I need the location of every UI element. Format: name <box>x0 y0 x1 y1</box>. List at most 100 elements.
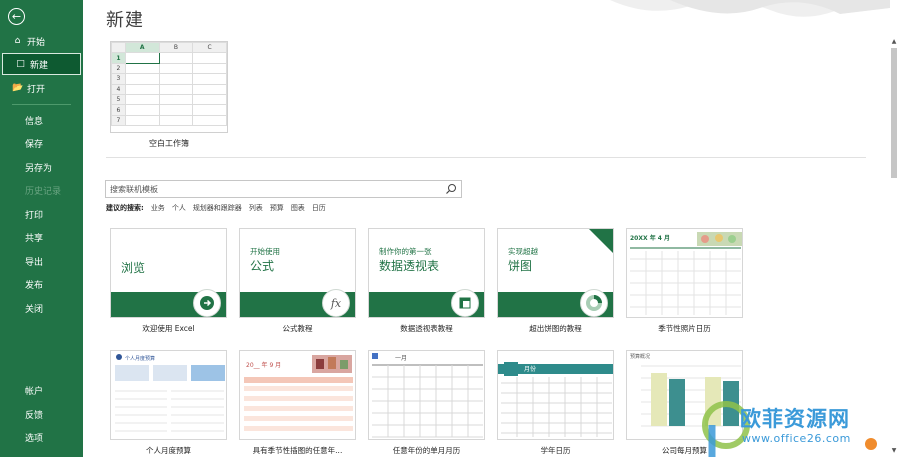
sidebar-item-history: 历史记录 <box>0 179 83 201</box>
row-header: 5 <box>111 93 126 106</box>
template-card-formulas[interactable]: 开始使用 公式 fx <box>239 228 356 318</box>
suggestion-link[interactable]: 日历 <box>312 203 326 213</box>
template-subheadline: 开始使用 <box>250 247 280 256</box>
sidebar-item-label: 导出 <box>25 257 44 268</box>
template-card-seasonal-calendar[interactable]: 20__ 年 9 月 <box>239 350 356 440</box>
home-icon: ⌂ <box>14 36 21 46</box>
sidebar-item-label: 新建 <box>30 60 49 71</box>
cell <box>124 114 160 127</box>
suggestion-link[interactable]: 图表 <box>291 203 305 213</box>
search-icon[interactable] <box>445 183 457 195</box>
cell <box>158 83 194 95</box>
sidebar-item-label: 历史记录 <box>25 186 62 197</box>
sidebar-item-label: 选项 <box>25 433 44 444</box>
sidebar-item-close[interactable]: 关闭 <box>0 297 83 319</box>
cell <box>192 104 227 116</box>
calendar-preview <box>244 355 353 431</box>
sidebar-item-info[interactable]: 信息 <box>0 109 83 131</box>
template-card-pivot[interactable]: 制作你的第一张 数据透视表 <box>368 228 485 318</box>
sidebar-item-home[interactable]: ⌂ 开始 <box>0 30 83 52</box>
template-label: 季节性照片日历 <box>658 324 711 333</box>
cell <box>158 93 194 106</box>
new-file-icon: □ <box>16 59 25 69</box>
template-search-box[interactable] <box>105 180 462 198</box>
template-headline: 饼图 <box>508 259 533 273</box>
template-label: 欢迎使用 Excel <box>142 324 195 333</box>
suggestion-link[interactable]: 业务 <box>151 203 165 213</box>
section-divider <box>106 157 866 158</box>
cell <box>124 62 160 75</box>
corner-cell <box>111 41 126 54</box>
cell <box>192 93 227 106</box>
template-headline: 浏览 <box>121 261 146 275</box>
row-header: 4 <box>111 83 126 95</box>
sidebar-item-feedback[interactable]: 反馈 <box>0 403 83 425</box>
template-label: 数据透视表教程 <box>400 324 453 333</box>
cell <box>124 83 160 95</box>
scrollbar-thumb[interactable] <box>891 48 897 178</box>
new-badge <box>589 229 613 253</box>
sidebar-item-account[interactable]: 帐户 <box>0 379 83 401</box>
suggestion-link[interactable]: 列表 <box>249 203 263 213</box>
sidebar-item-publish[interactable]: 发布 <box>0 273 83 295</box>
sidebar-item-label: 发布 <box>25 280 44 291</box>
sidebar-item-save[interactable]: 保存 <box>0 132 83 154</box>
cell <box>192 114 227 127</box>
sidebar-item-new[interactable]: □ 新建 <box>2 53 81 75</box>
suggestion-link[interactable]: 个人 <box>172 203 186 213</box>
cell <box>192 52 227 64</box>
selected-cell <box>124 52 160 64</box>
template-card-welcome[interactable]: 浏览 <box>110 228 227 318</box>
back-arrow-icon[interactable]: ← <box>8 8 25 25</box>
sidebar-item-label: 另存为 <box>25 163 53 174</box>
sidebar-item-share[interactable]: 共享 <box>0 226 83 248</box>
sidebar-item-options[interactable]: 选项 <box>0 426 83 448</box>
arrow-right-icon <box>193 289 221 317</box>
sidebar-item-label: 打开 <box>27 84 46 95</box>
cell <box>124 73 160 85</box>
sidebar-item-export[interactable]: 导出 <box>0 250 83 272</box>
template-card-school-calendar[interactable]: 月份 <box>497 350 614 440</box>
cell <box>158 104 194 116</box>
sidebar-item-label: 打印 <box>25 210 44 221</box>
folder-open-icon: 📂 <box>12 83 24 93</box>
template-label: 任意年份的单月月历 <box>392 446 461 455</box>
suggested-searches-label: 建议的搜索: <box>106 204 144 212</box>
template-subheadline: 制作你的第一张 <box>379 247 432 256</box>
sidebar-item-label: 开始 <box>27 37 46 48</box>
sidebar-item-open[interactable]: 📂 打开 <box>0 77 83 99</box>
template-subheadline: 实现超越 <box>508 247 538 256</box>
sidebar-item-label: 帐户 <box>25 386 44 397</box>
sidebar-item-save-as[interactable]: 另存为 <box>0 156 83 178</box>
template-card-month-calendar[interactable]: 一月 <box>368 350 485 440</box>
template-headline: 数据透视表 <box>379 259 440 273</box>
calendar-preview <box>372 353 483 438</box>
row-header: 1 <box>111 52 126 64</box>
blank-workbook-thumbnail[interactable]: A B C 1 2 3 4 5 6 7 <box>110 41 228 133</box>
cell <box>192 83 227 95</box>
sidebar-item-print[interactable]: 打印 <box>0 203 83 225</box>
suggestion-link[interactable]: 预算 <box>270 203 284 213</box>
page-title: 新建 <box>106 10 144 31</box>
search-input[interactable] <box>106 184 436 194</box>
template-card-photo-calendar[interactable]: 20XX 年 4 月 <box>626 228 743 318</box>
template-card-personal-budget[interactable]: 个人月度预算 <box>110 350 227 440</box>
suggestion-link[interactable]: 规划器和跟踪器 <box>193 203 242 213</box>
cell <box>158 114 194 127</box>
watermark-url: www.office26.com <box>742 432 851 445</box>
cell <box>124 104 160 116</box>
blank-workbook-label: 空白工作簿 <box>149 139 189 148</box>
template-card-charts[interactable]: 实现超越 饼图 <box>497 228 614 318</box>
budget-preview <box>115 354 225 432</box>
sidebar-item-label: 共享 <box>25 233 44 244</box>
sidebar-divider <box>12 104 71 105</box>
template-label: 个人月度预算 <box>146 446 191 455</box>
cell <box>192 73 227 85</box>
template-label: 学年日历 <box>540 446 571 455</box>
scroll-up-button[interactable]: ▲ <box>890 38 898 46</box>
blank-workbook-grid: A B C 1 2 3 4 5 6 7 <box>111 41 227 127</box>
sidebar-item-label: 信息 <box>25 116 44 127</box>
template-headline: 公式 <box>250 259 275 273</box>
sidebar-item-label: 关闭 <box>25 304 44 315</box>
cell <box>158 62 194 75</box>
